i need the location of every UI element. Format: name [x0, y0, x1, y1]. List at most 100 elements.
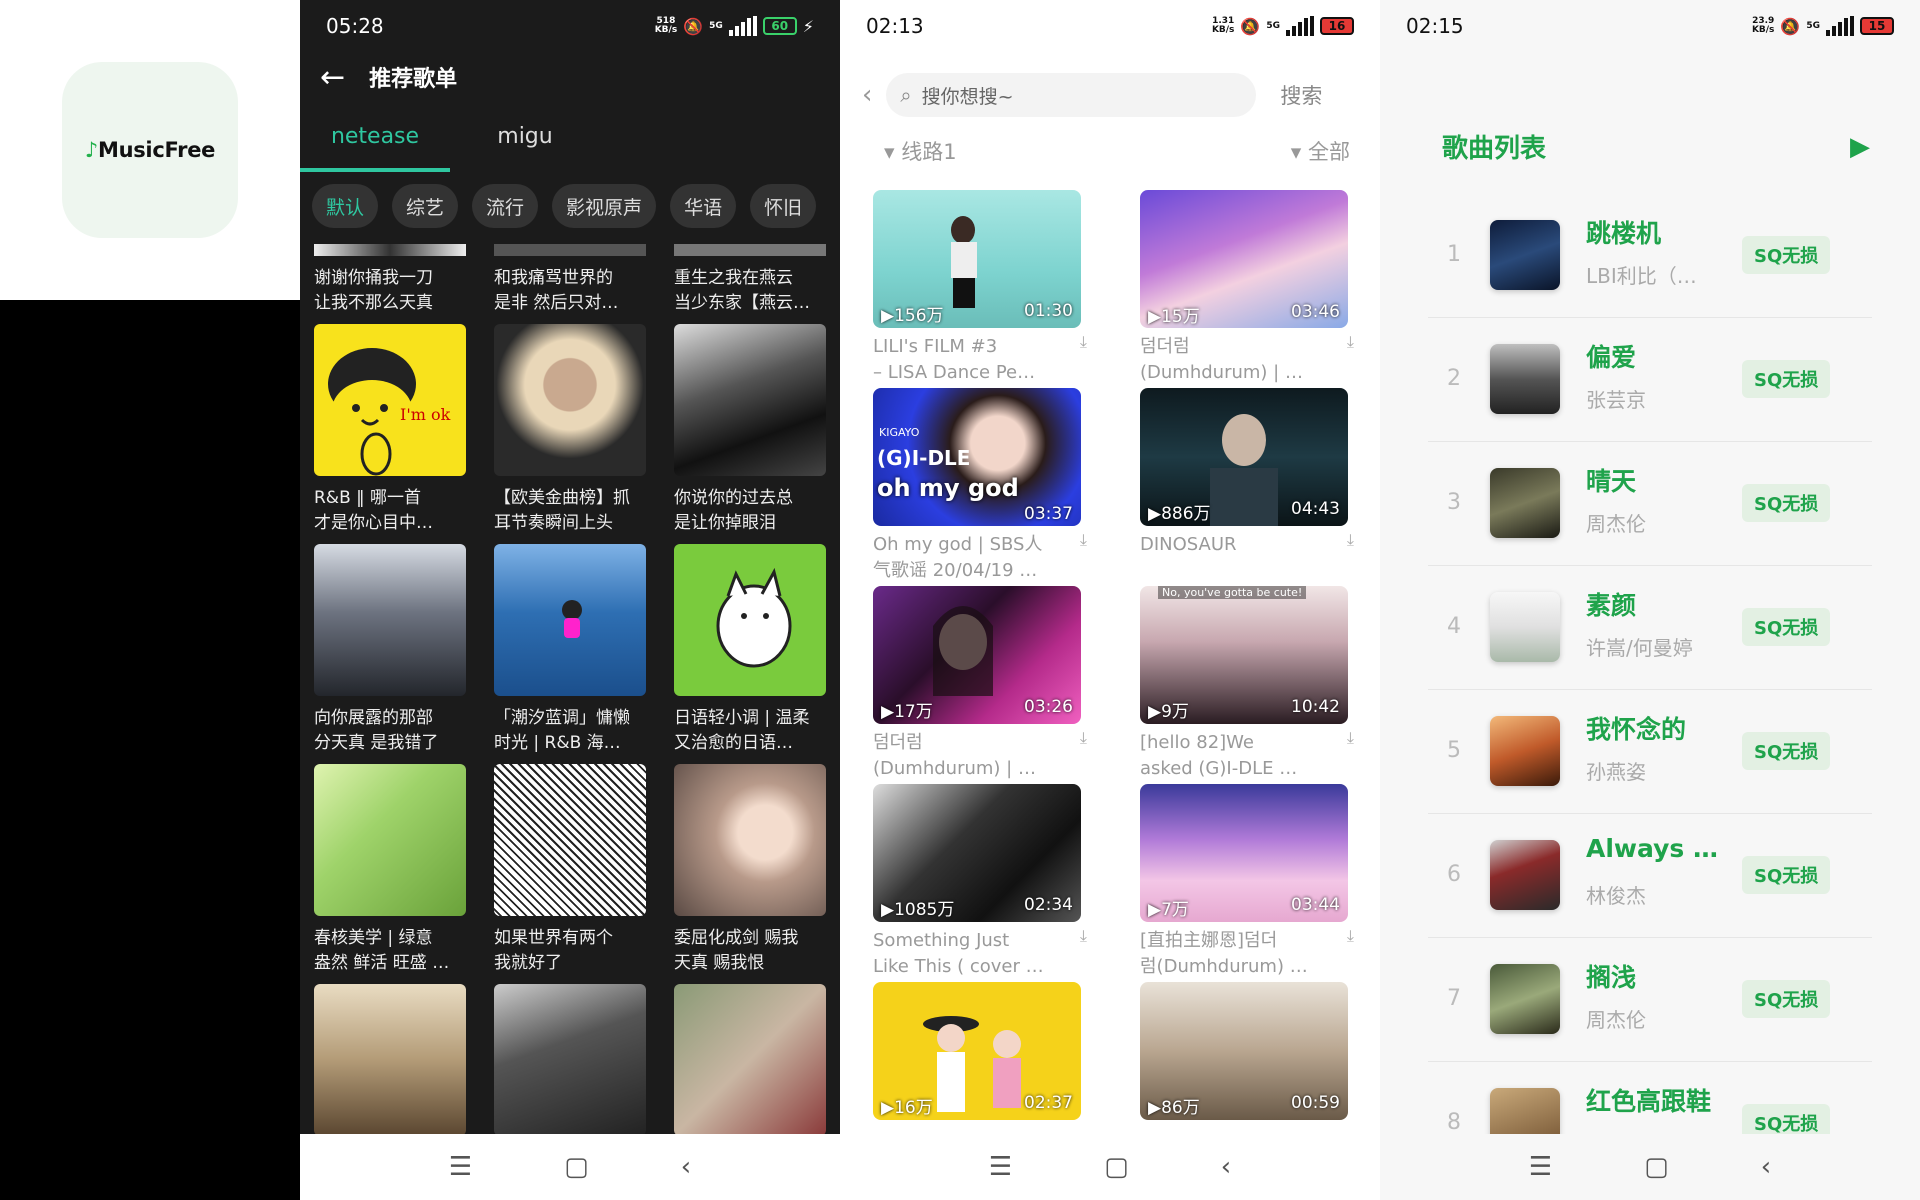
phone-video-search-screen: 02:13 1.31 KB/s 🔕 5G 16 ‹ ⌕ 搜你想搜~ 搜索 ▾ 线路…	[840, 0, 1380, 1200]
song-row[interactable]: 4 素颜 许嵩/何曼婷 SQ无损	[1428, 566, 1872, 690]
quality-badge: SQ无损	[1742, 608, 1831, 646]
song-artist: 周杰伦	[1586, 512, 1646, 536]
download-icon[interactable]: ⤓	[1080, 926, 1087, 946]
menu-icon[interactable]: ☰	[1529, 1152, 1552, 1182]
video-thumbnail: ▶86万 00:59	[1140, 982, 1348, 1120]
song-row[interactable]: 5 我怀念的 孙燕姿 SQ无损	[1428, 690, 1872, 814]
network-type: 5G	[1266, 21, 1280, 31]
chip-chinese[interactable]: 华语	[670, 184, 737, 228]
song-name: Always …	[1586, 834, 1718, 863]
download-icon[interactable]: ⤓	[1080, 728, 1087, 748]
home-square-icon[interactable]: ▢	[1644, 1152, 1669, 1182]
playlist-cover	[314, 544, 466, 696]
tab-netease[interactable]: netease	[300, 112, 450, 172]
song-list-header: 歌曲列表 ▶	[1442, 128, 1870, 165]
song-row[interactable]: 7 搁浅 周杰伦 SQ无损	[1428, 938, 1872, 1062]
playlist-cover	[674, 544, 826, 696]
chevron-left-icon[interactable]: ‹	[862, 80, 872, 110]
song-cover	[1490, 468, 1560, 538]
song-artist: 林俊杰	[1586, 884, 1646, 908]
arrow-left-icon[interactable]: ←	[320, 60, 345, 95]
filter-row: ▾ 线路1 ▾ 全部	[884, 136, 1350, 166]
mute-icon: 🔕	[683, 16, 704, 36]
menu-icon[interactable]: ☰	[989, 1152, 1012, 1182]
download-icon[interactable]: ⤓	[1080, 332, 1087, 352]
chip-nostalgic[interactable]: 怀旧	[750, 184, 817, 228]
network-type: 5G	[1806, 21, 1820, 31]
download-icon[interactable]: ⤓	[1347, 332, 1354, 352]
source-tabs: netease migu	[300, 112, 840, 172]
video-card[interactable]: ▶156万 01:30 LILI's FILM #3– LISA Dance Pe…	[873, 190, 1087, 383]
app-logo-text: ♪MusicFree	[84, 138, 216, 162]
video-views: ▶17万	[881, 702, 933, 722]
search-input[interactable]: ⌕ 搜你想搜~	[886, 73, 1257, 117]
video-card[interactable]: KIGAYO (G)I-DLE oh my god 03:37 Oh my go…	[873, 388, 1087, 581]
search-button[interactable]: 搜索	[1280, 80, 1322, 110]
video-card[interactable]: ▶15万 03:46 덤더럼 (Dumhdurum) | … ⤓	[1140, 190, 1354, 383]
song-row[interactable]: 1 跳楼机 LBI利比（… SQ无损	[1428, 194, 1872, 318]
video-thumbnail: ▶156万 01:30	[873, 190, 1081, 328]
search-placeholder: 搜你想搜~	[921, 85, 1014, 108]
status-bar: 02:13 1.31 KB/s 🔕 5G 16	[840, 0, 1380, 52]
search-icon: ⌕	[900, 83, 912, 107]
playlist-cover	[674, 764, 826, 916]
quality-badge: SQ无损	[1742, 856, 1831, 894]
playlist-cover	[314, 984, 466, 1136]
page-title: 推荐歌单	[369, 67, 458, 92]
video-duration: 02:34	[1024, 895, 1073, 915]
download-icon[interactable]: ⤓	[1347, 530, 1354, 550]
battery-indicator: 15	[1860, 17, 1894, 35]
playlist-cover: I'm ok	[314, 324, 466, 476]
video-views: ▶886万	[1148, 504, 1211, 524]
network-type: 5G	[709, 21, 723, 31]
menu-icon[interactable]: ☰	[449, 1152, 472, 1182]
system-nav-bar: ☰ ▢ ‹	[1380, 1134, 1920, 1200]
chevron-left-icon[interactable]: ‹	[1761, 1152, 1771, 1182]
video-duration: 01:30	[1024, 301, 1073, 321]
phone-playlist-screen: 05:28 518 KB/s 🔕 5G 60 ⚡ ← 推荐歌单 netease m…	[300, 0, 840, 1200]
video-duration: 03:44	[1291, 895, 1340, 915]
video-thumbnail: ▶16万 02:37	[873, 982, 1081, 1120]
video-thumbnail: ▶1085万 02:34	[873, 784, 1081, 922]
video-card[interactable]: ▶886万 04:43 DINOSAUR ⤓	[1140, 388, 1354, 555]
song-name: 红色高跟鞋	[1586, 1087, 1712, 1116]
song-cover	[1490, 592, 1560, 662]
all-filter[interactable]: ▾ 全部	[1291, 136, 1350, 166]
playlist-cover	[494, 984, 646, 1136]
video-card[interactable]: No, you've gotta be cute! ▶9万 10:42 [hell…	[1140, 586, 1354, 779]
home-square-icon[interactable]: ▢	[564, 1152, 589, 1182]
network-speed: 1.31 KB/s	[1211, 16, 1235, 35]
video-card[interactable]: ▶86万 00:59	[1140, 982, 1348, 1120]
tab-migu[interactable]: migu	[450, 112, 600, 172]
chip-pop[interactable]: 流行	[472, 184, 539, 228]
video-card[interactable]: ▶7万 03:44 [直拍主娜恩]덤더 럼(Dumhdurum) … ⤓	[1140, 784, 1354, 977]
download-icon[interactable]: ⤓	[1080, 530, 1087, 550]
chevron-left-icon[interactable]: ‹	[681, 1152, 691, 1182]
chip-variety[interactable]: 综艺	[392, 184, 459, 228]
chevron-left-icon[interactable]: ‹	[1221, 1152, 1231, 1182]
play-icon[interactable]: ▶	[1850, 132, 1870, 162]
video-card[interactable]: ▶1085万 02:34 Something Just Like This ( co…	[873, 784, 1087, 977]
video-card[interactable]: ▶16万 02:37	[873, 982, 1081, 1120]
song-cover	[1490, 964, 1560, 1034]
song-name: 晴天	[1586, 467, 1637, 496]
status-time: 02:13	[866, 14, 924, 38]
chip-soundtrack[interactable]: 影视原声	[552, 184, 657, 228]
signal-icon	[1826, 16, 1854, 36]
signal-icon	[728, 16, 757, 36]
song-row[interactable]: 2 偏爱 张芸京 SQ无损	[1428, 318, 1872, 442]
video-duration: 03:37	[1024, 504, 1073, 524]
song-name: 我怀念的	[1586, 715, 1687, 744]
song-row[interactable]: 3 晴天 周杰伦 SQ无损	[1428, 442, 1872, 566]
download-icon[interactable]: ⤓	[1347, 728, 1354, 748]
home-square-icon[interactable]: ▢	[1104, 1152, 1129, 1182]
route-filter[interactable]: ▾ 线路1	[884, 136, 957, 166]
video-card[interactable]: ▶17万 03:26 덤더럼 (Dumhdurum) | … ⤓	[873, 586, 1087, 779]
chip-default[interactable]: 默认	[312, 184, 379, 228]
mute-icon: 🔕	[1240, 16, 1261, 36]
download-icon[interactable]: ⤓	[1347, 926, 1354, 946]
triangle-down-icon: ▾	[884, 140, 895, 164]
song-row[interactable]: 6 Always … 林俊杰 SQ无损	[1428, 814, 1872, 938]
thumb-overlay-ohmygod: oh my god	[877, 474, 1019, 502]
charging-icon: ⚡	[802, 16, 814, 36]
